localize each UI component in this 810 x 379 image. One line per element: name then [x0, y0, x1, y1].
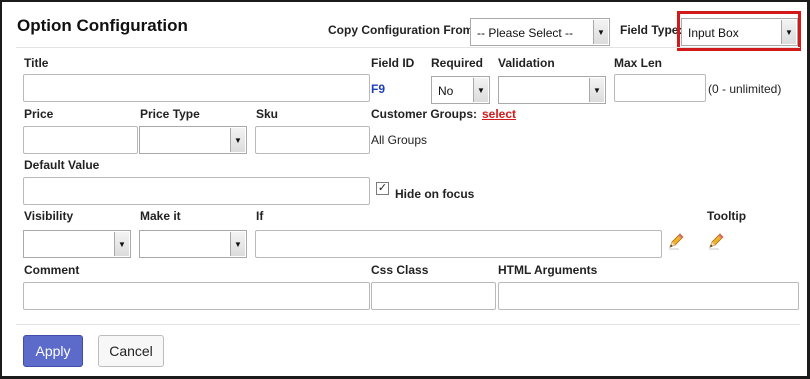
html-arguments-label: HTML Arguments [498, 263, 598, 277]
header-divider [16, 47, 800, 48]
customer-groups-select-link[interactable]: select [482, 107, 516, 121]
css-class-label: Css Class [371, 263, 429, 277]
hide-on-focus-label: Hide on focus [395, 187, 475, 201]
default-value-label: Default Value [24, 158, 100, 172]
footer-divider [16, 324, 800, 325]
sku-input[interactable] [255, 126, 370, 154]
sku-label: Sku [256, 107, 279, 121]
chevron-down-icon: ▼ [589, 78, 604, 102]
option-configuration-dialog: Option Configuration Copy Configuration … [0, 0, 810, 379]
validation-label: Validation [498, 56, 555, 70]
field-type-label: Field Type: [620, 23, 683, 37]
css-class-input[interactable] [371, 282, 496, 310]
copy-config-select[interactable]: -- Please Select -- ▼ [470, 18, 610, 46]
cancel-button[interactable]: Cancel [98, 335, 164, 367]
title-label: Title [24, 56, 49, 70]
chevron-down-icon: ▼ [473, 78, 488, 102]
max-len-input[interactable] [614, 74, 706, 102]
default-value-input[interactable] [23, 177, 370, 205]
customer-groups-label: Customer Groups: [371, 107, 478, 121]
apply-button[interactable]: Apply [23, 335, 83, 367]
field-id-value: F9 [371, 82, 386, 96]
if-input[interactable] [255, 230, 662, 258]
chevron-down-icon: ▼ [230, 232, 245, 256]
chevron-down-icon: ▼ [593, 20, 608, 44]
chevron-down-icon: ▼ [114, 232, 129, 256]
tooltip-label: Tooltip [707, 209, 747, 223]
make-it-label: Make it [140, 209, 181, 223]
customer-groups-value: All Groups [371, 133, 428, 147]
pencil-icon[interactable] [667, 232, 685, 250]
make-it-select[interactable]: ▼ [139, 230, 247, 258]
price-input[interactable] [23, 126, 138, 154]
dialog-title: Option Configuration [17, 16, 188, 35]
price-label: Price [24, 107, 54, 121]
copy-config-label: Copy Configuration From: [328, 23, 478, 37]
copy-config-value: -- Please Select -- [477, 26, 574, 40]
if-label: If [256, 209, 264, 223]
max-len-hint: (0 - unlimited) [708, 82, 782, 96]
required-value: No [438, 84, 454, 98]
visibility-label: Visibility [24, 209, 74, 223]
comment-label: Comment [24, 263, 80, 277]
html-arguments-input[interactable] [498, 282, 799, 310]
validation-select[interactable]: ▼ [498, 76, 606, 104]
pencil-icon[interactable] [707, 232, 725, 250]
price-type-label: Price Type [140, 107, 200, 121]
hide-on-focus-checkbox[interactable]: ✓ [376, 182, 389, 195]
field-id-label: Field ID [371, 56, 415, 70]
price-type-select[interactable]: ▼ [139, 126, 247, 154]
max-len-label: Max Len [614, 56, 663, 70]
chevron-down-icon: ▼ [230, 128, 245, 152]
title-input[interactable] [23, 74, 370, 102]
visibility-select[interactable]: ▼ [23, 230, 131, 258]
required-select[interactable]: No ▼ [431, 76, 490, 104]
comment-input[interactable] [23, 282, 370, 310]
required-label: Required [431, 56, 484, 70]
field-type-highlight [677, 11, 801, 51]
